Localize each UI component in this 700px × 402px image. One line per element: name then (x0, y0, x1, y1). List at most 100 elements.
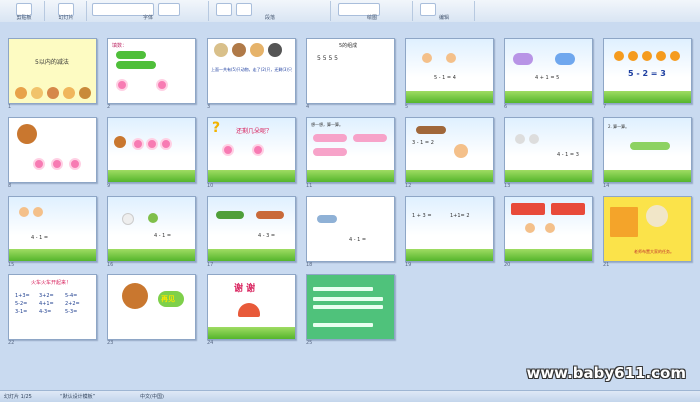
vegetable-row (216, 211, 244, 219)
slide-number: 9 (107, 183, 111, 189)
flower-icon (160, 138, 172, 150)
slide-thumbnail-16[interactable]: 4 - 1 = (107, 196, 196, 262)
slide-title: 填数： (112, 43, 128, 49)
slide-thumbnail-15[interactable]: 4 - 1 = (8, 196, 97, 262)
slide-number: 6 (504, 104, 508, 110)
slide-thumbnail-19[interactable]: 1 + 3 = 1+1= 2 (405, 196, 494, 262)
ribbon-group-drawing[interactable]: 绘图 (332, 1, 413, 21)
text-block (313, 287, 373, 291)
slide-number: 23 (107, 340, 114, 346)
flower-icon (222, 144, 234, 156)
orange-icon (656, 51, 666, 61)
slide-number: 1 (8, 104, 12, 110)
slide-thumbnail-4[interactable]: 5的组成 5 5 5 5 (306, 38, 395, 104)
watermark: www.baby611.com (526, 364, 686, 382)
ribbon: 剪贴板 幻灯片 字体 段落 绘图 编辑 (0, 0, 700, 23)
slide-formula: 5 - 1 = 4 (434, 75, 456, 81)
ribbon-group-paragraph[interactable]: 段落 (210, 1, 331, 21)
exercise-line: 4-3= (39, 309, 52, 315)
flower-icon (156, 79, 168, 91)
orange-icon (642, 51, 652, 61)
slide-thumbnail-6[interactable]: 4 + 1 = 5 (504, 38, 593, 104)
slide-number: 12 (405, 183, 412, 189)
slide-thumbnail-17[interactable]: 4 - 3 = (207, 196, 296, 262)
animal-icon (63, 87, 75, 99)
slide-formula: 4 - 1 = (154, 233, 172, 239)
slide-formula: 4 - 3 = (258, 233, 276, 239)
slide-number: 22 (8, 340, 15, 346)
slide-thumbnail-14[interactable]: 2. 算一算。 (603, 117, 692, 183)
slide-formula: 4 - 1 = 3 (557, 152, 579, 158)
slide-thumbnail-25[interactable] (306, 274, 395, 340)
slide-number: 10 (207, 183, 214, 189)
goodbye-label: 再见 (161, 295, 175, 303)
slide-formula: 5 - 2 = 3 (628, 69, 666, 78)
slide-thumbnail-21[interactable]: 老师布置大家的任务。 (603, 196, 692, 262)
slide-thumbnail-18[interactable]: 4 - 1 = (306, 196, 395, 262)
slide-thumbnail-10[interactable]: ? 还剩几朵呢？ (207, 117, 296, 183)
exercise-line: 1+3= (15, 293, 30, 299)
animal-icon (79, 87, 91, 99)
child-icon (454, 144, 468, 158)
status-language: 中文(中国) (140, 394, 164, 400)
slide-number: 2 (107, 104, 111, 110)
slide-number: 21 (603, 262, 610, 268)
slide-thumbnail-11[interactable]: 想一想，算一算。 (306, 117, 395, 183)
slide-number: 16 (107, 262, 114, 268)
slide-thumbnail-22[interactable]: 火车火车开起来！ 1+3= 3+2= 5-4= 5-2= 4+1= 2+2= 3… (8, 274, 97, 340)
text-block (313, 305, 383, 309)
slide-thumbnail-8[interactable] (8, 117, 97, 183)
bird-icon (529, 134, 539, 144)
slide-thumbnail-24[interactable]: 谢 谢 (207, 274, 296, 340)
exercise-line: 3+2= (39, 293, 54, 299)
bubble-shape (555, 53, 575, 65)
flower-row (353, 134, 387, 142)
slide-thumbnail-9[interactable] (107, 117, 196, 183)
bubble-shape (513, 53, 533, 65)
slide-thumbnail-2[interactable]: 填数： (107, 38, 196, 104)
slide-number: 25 (306, 340, 313, 346)
slide-number: 15 (8, 262, 15, 268)
slide-thumbnail-23[interactable]: 再见 (107, 274, 196, 340)
bus-shape (511, 203, 545, 215)
ribbon-group-clipboard[interactable]: 剪贴板 (4, 1, 45, 21)
exercise-line: 5-4= (65, 293, 78, 299)
bird-icon (515, 134, 525, 144)
slide-number: 11 (306, 183, 313, 189)
text-block (313, 323, 373, 327)
orange-icon (628, 51, 638, 61)
monkey-icon (114, 136, 126, 148)
slide-number: 17 (207, 262, 214, 268)
slide-caption: 老师布置大家的任务。 (634, 249, 674, 254)
slide-formula: 3 - 1 = 2 (412, 140, 434, 146)
animal-icon (15, 87, 27, 99)
abacus-shape (256, 211, 284, 219)
slide-thumbnail-5[interactable]: 5 - 1 = 4 (405, 38, 494, 104)
ribbon-group-editing[interactable]: 编辑 (414, 1, 475, 21)
mushroom-house-icon (238, 303, 260, 317)
slide-thumbnail-12[interactable]: 3 - 1 = 2 (405, 117, 494, 183)
slide-thumbnail-7[interactable]: 5 - 2 = 3 (603, 38, 692, 104)
slide-thumbnail-13[interactable]: 4 - 1 = 3 (504, 117, 593, 183)
slide-number: 24 (207, 340, 214, 346)
animal-icon (250, 43, 264, 57)
monkey-icon (17, 124, 37, 144)
status-slide-count: 幻灯片 1/25 (4, 394, 32, 400)
bird-icon (148, 213, 158, 223)
ribbon-group-font[interactable]: 字体 (88, 1, 209, 21)
bus-shape (551, 203, 585, 215)
slide-caption: 上面一共有(5)只动物，走了(2)只，还剩(3)只 (211, 67, 292, 72)
slide-title: 想一想，算一算。 (311, 122, 343, 127)
slide-number: 7 (603, 104, 607, 110)
slide-thumbnail-1[interactable]: 5以内的减法 (8, 38, 97, 104)
slide-title: 谢 谢 (234, 284, 256, 294)
slide-thumbnail-20[interactable] (504, 196, 593, 262)
slide-number: 14 (603, 183, 610, 189)
slide-formula: 1 + 3 = (412, 213, 432, 219)
ribbon-group-slides[interactable]: 幻灯片 (46, 1, 87, 21)
slide-formula: 4 - 1 = (31, 235, 49, 241)
slide-formula: 4 + 1 = 5 (535, 75, 560, 81)
flower-icon (146, 138, 158, 150)
orange-icon (670, 51, 680, 61)
slide-thumbnail-3[interactable]: 上面一共有(5)只动物，走了(2)只，还剩(3)只 (207, 38, 296, 104)
